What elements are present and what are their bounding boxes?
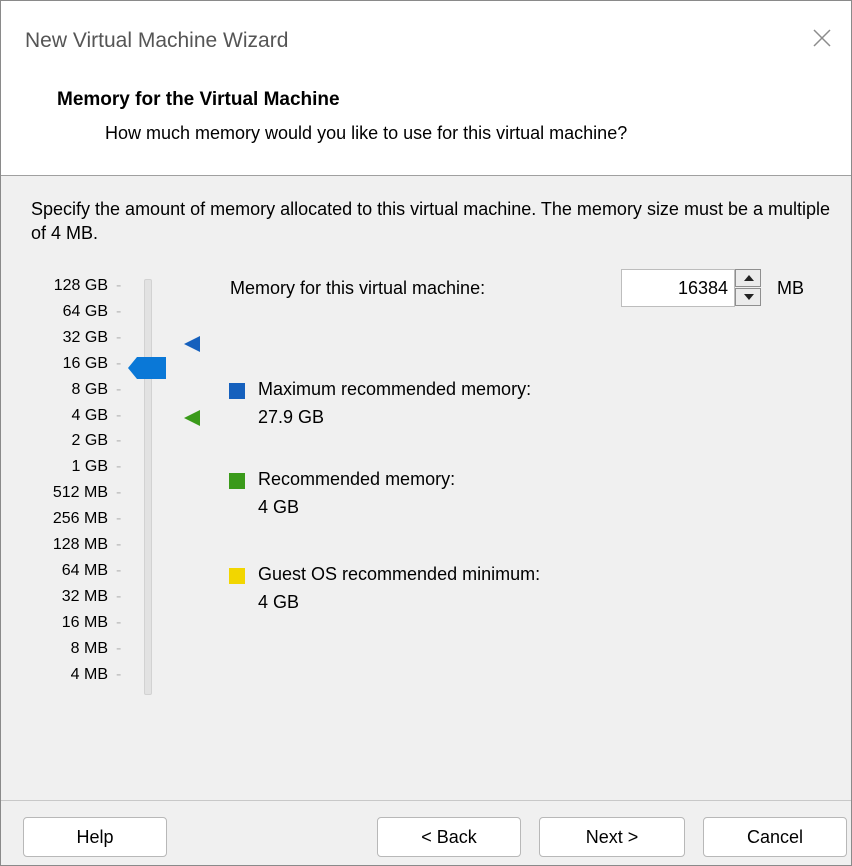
- scale-tick: -: [116, 407, 122, 424]
- scale-label: 32 GB -: [63, 329, 126, 349]
- scale-label-text: 64 GB: [62, 303, 108, 320]
- scale-tick: -: [116, 458, 122, 475]
- scale-tick: -: [116, 329, 122, 346]
- close-icon[interactable]: [807, 23, 837, 53]
- memory-label: Memory for this virtual machine:: [230, 278, 486, 298]
- back-button[interactable]: < Back: [377, 817, 521, 857]
- scale-label: 64 GB -: [63, 303, 126, 323]
- max-recommended-marker-icon: [182, 335, 202, 353]
- scale-tick: -: [116, 588, 122, 605]
- scale-label-text: 4 GB: [71, 407, 108, 424]
- scale-label-text: 128 MB: [52, 536, 108, 553]
- guest-os-minimum-swatch: [229, 568, 245, 584]
- scale-label-text: 8 MB: [70, 640, 108, 657]
- memory-description: Specify the amount of memory allocated t…: [31, 199, 831, 243]
- scale-label-text: 32 GB: [62, 329, 108, 346]
- scale-tick: -: [116, 614, 122, 631]
- scale-label-text: 4 MB: [70, 666, 108, 683]
- scale-tick: -: [116, 381, 122, 398]
- scale-label-text: 16 MB: [61, 614, 108, 631]
- scale-label: 128 MB -: [53, 536, 126, 556]
- scale-tick: -: [116, 484, 122, 501]
- scale-label: 128 GB -: [54, 277, 126, 297]
- scale-label: 8 GB -: [72, 381, 126, 401]
- memory-unit: MB: [777, 278, 804, 298]
- scale-label-text: 32 MB: [61, 588, 108, 605]
- scale-label: 4 GB -: [72, 407, 126, 427]
- title-bar: New Virtual Machine Wizard: [1, 1, 851, 71]
- scale-tick: -: [116, 536, 122, 553]
- recommended-swatch: [229, 473, 245, 489]
- legend-value: 27.9 GB: [258, 407, 325, 427]
- legend-label: Guest OS recommended minimum:: [258, 564, 541, 584]
- scale-label-text: 512 MB: [52, 484, 108, 501]
- next-button[interactable]: Next >: [539, 817, 685, 857]
- legend-label: Maximum recommended memory:: [258, 379, 532, 399]
- scale-label: 2 GB -: [72, 432, 126, 452]
- scale-tick: -: [116, 562, 122, 579]
- footer-divider: [1, 800, 851, 801]
- page-subtitle: How much memory would you like to use fo…: [105, 123, 628, 143]
- scale-tick: -: [116, 666, 122, 683]
- memory-input[interactable]: [621, 269, 735, 307]
- scale-tick: -: [116, 355, 122, 372]
- legend-value: 4 GB: [258, 497, 300, 517]
- spin-down-icon[interactable]: [735, 288, 761, 306]
- scale-tick: -: [116, 303, 122, 320]
- scale-label-text: 256 MB: [52, 510, 108, 527]
- scale-label: 16 MB -: [62, 614, 126, 634]
- memory-slider-thumb[interactable]: [127, 356, 167, 380]
- scale-tick: -: [116, 277, 122, 294]
- scale-tick: -: [116, 432, 122, 449]
- wizard-window: New Virtual Machine Wizard Memory for th…: [0, 0, 852, 866]
- spin-up-icon[interactable]: [735, 269, 761, 287]
- scale-label-text: 128 GB: [53, 277, 108, 294]
- cancel-button[interactable]: Cancel: [703, 817, 847, 857]
- recommended-marker-icon: [182, 409, 202, 427]
- scale-label-text: 16 GB: [62, 355, 108, 372]
- scale-label-text: 64 MB: [61, 562, 108, 579]
- scale-label-text: 1 GB: [71, 458, 108, 475]
- legend-value: 4 GB: [258, 592, 300, 612]
- scale-label: 4 MB -: [71, 666, 126, 686]
- memory-spinner: [735, 269, 763, 307]
- scale-label: 512 MB -: [53, 484, 126, 504]
- memory-slider-track[interactable]: [144, 279, 152, 695]
- scale-label: 32 MB -: [62, 588, 126, 608]
- scale-label: 1 GB -: [72, 458, 126, 478]
- legend-label: Recommended memory:: [258, 469, 456, 489]
- scale-label-text: 8 GB: [71, 381, 108, 398]
- page-title: Memory for the Virtual Machine: [57, 89, 340, 110]
- scale-tick: -: [116, 510, 122, 527]
- window-title: New Virtual Machine Wizard: [25, 29, 289, 52]
- help-button[interactable]: Help: [23, 817, 167, 857]
- max-recommended-swatch: [229, 383, 245, 399]
- scale-label: 64 MB -: [62, 562, 126, 582]
- scale-label-text: 2 GB: [71, 432, 108, 449]
- scale-label: 16 GB -: [63, 355, 126, 375]
- scale-label: 8 MB -: [71, 640, 126, 660]
- wizard-header: Memory for the Virtual Machine How much …: [1, 71, 851, 176]
- scale-tick: -: [116, 640, 122, 657]
- scale-label: 256 MB -: [53, 510, 126, 530]
